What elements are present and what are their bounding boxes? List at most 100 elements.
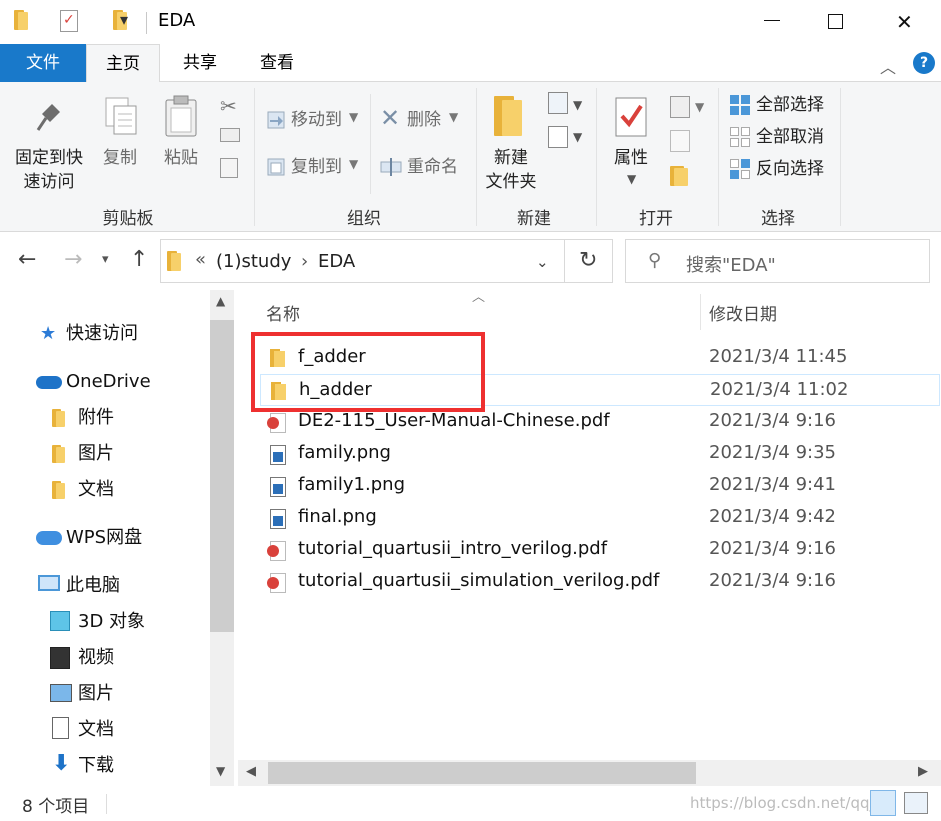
paste-button[interactable]: 粘贴	[158, 146, 204, 170]
file-row[interactable]: family1.png 2021/3/4 9:41	[260, 470, 940, 502]
move-to-button[interactable]: 移动到	[291, 108, 342, 132]
refresh-button[interactable]: ↻	[565, 239, 613, 283]
status-separator	[106, 794, 107, 814]
tab-share[interactable]: 共享	[164, 44, 236, 82]
open-icon[interactable]	[670, 96, 690, 118]
file-list-horizontal-scrollbar[interactable]: ◀ ▶	[238, 760, 941, 786]
file-row[interactable]: final.png 2021/3/4 9:42	[260, 502, 940, 534]
tab-file[interactable]: 文件	[0, 44, 86, 82]
nav-pane-scrollbar[interactable]: ▲ ▼	[210, 290, 234, 786]
rename-button[interactable]: 重命名	[407, 155, 458, 179]
scroll-up-chevron-icon[interactable]: ▲	[216, 294, 225, 308]
address-dropdown-chevron-icon[interactable]: ⌄	[536, 253, 549, 271]
easy-access-dropdown-icon[interactable]: ▼	[573, 130, 582, 144]
search-input[interactable]: ⚲ 搜索"EDA"	[625, 239, 930, 283]
file-name: family.png	[298, 442, 391, 463]
breadcrumb-item[interactable]: (1)study	[216, 251, 291, 272]
new-folder-button[interactable]: 新建 文件夹	[478, 146, 544, 194]
address-bar[interactable]: « (1)study › EDA ⌄	[160, 239, 565, 283]
scroll-left-chevron-icon[interactable]: ◀	[246, 764, 256, 779]
delete-icon: ✕	[380, 104, 401, 132]
properties-dropdown-icon[interactable]: ▼	[627, 172, 636, 186]
refresh-icon: ↻	[579, 248, 598, 273]
delete-dropdown-icon[interactable]: ▼	[449, 110, 458, 124]
help-icon[interactable]: ?	[913, 52, 935, 74]
window-title: EDA	[158, 10, 196, 31]
move-to-dropdown-icon[interactable]: ▼	[349, 110, 358, 124]
column-header-name[interactable]: 名称	[266, 300, 300, 325]
image-file-icon	[270, 445, 286, 465]
scroll-right-chevron-icon[interactable]: ▶	[918, 764, 928, 779]
navigation-pane: ★ 快速访问 OneDrive 附件 图片 文档 WPS网盘 此电脑 3D 对象…	[0, 290, 238, 786]
rename-icon	[380, 156, 402, 176]
easy-access-icon[interactable]	[548, 126, 568, 148]
new-item-dropdown-icon[interactable]: ▼	[573, 98, 582, 112]
group-separator	[840, 88, 841, 226]
back-arrow-icon[interactable]: ←	[18, 247, 36, 272]
edit-icon[interactable]	[670, 130, 690, 152]
invert-selection-button[interactable]: 反向选择	[756, 157, 824, 181]
delete-button[interactable]: 删除	[407, 108, 441, 132]
collapse-ribbon-chevron-icon[interactable]: ︿	[880, 54, 896, 78]
maximize-button[interactable]	[804, 0, 868, 44]
scroll-down-chevron-icon[interactable]: ▼	[216, 764, 225, 778]
paste-shortcut-icon[interactable]	[220, 158, 238, 178]
file-row[interactable]: family.png 2021/3/4 9:35	[260, 438, 940, 470]
properties-button[interactable]: 属性	[608, 146, 654, 170]
copy-to-button[interactable]: 复制到	[291, 155, 342, 179]
title-separator	[146, 12, 147, 34]
copy-to-dropdown-icon[interactable]: ▼	[349, 157, 358, 171]
breadcrumb-overflow[interactable]: «	[195, 249, 206, 270]
history-icon[interactable]	[670, 166, 690, 188]
file-name: family1.png	[298, 474, 405, 495]
up-arrow-icon[interactable]: ↑	[130, 247, 148, 272]
properties-check-icon[interactable]: ✓	[60, 10, 78, 32]
minimize-button[interactable]	[740, 0, 804, 44]
file-modified-date: 2021/3/4 9:42	[709, 506, 836, 527]
file-row[interactable]: tutorial_quartusii_intro_verilog.pdf 2021…	[260, 534, 940, 566]
file-modified-date: 2021/3/4 11:02	[710, 379, 849, 400]
move-to-icon	[266, 108, 286, 130]
copy-path-icon[interactable]	[220, 128, 240, 142]
new-item-icon[interactable]	[548, 92, 568, 114]
nav-pane-scroll-thumb[interactable]	[210, 320, 234, 632]
breadcrumb-chevron-icon[interactable]: ›	[301, 251, 308, 272]
video-icon	[50, 647, 70, 669]
pdf-file-icon	[267, 413, 286, 433]
ribbon-tabs: 文件 主页 共享 查看 ︿ ?	[0, 44, 941, 83]
ribbon-home: 固定到快 速访问 复制 粘贴 ✂ 剪贴板 移动到 ▼ 复制到 ▼ ✕ 删除 ▼ 重…	[0, 82, 941, 232]
select-none-button[interactable]: 全部取消	[756, 125, 824, 149]
details-view-icon[interactable]	[870, 790, 896, 816]
watermark: https://blog.csdn.net/qq_4	[690, 794, 887, 812]
organize-group-label: 组织	[347, 209, 381, 229]
quick-access-dropdown[interactable]: ▾	[120, 10, 128, 29]
invert-selection-icon	[729, 158, 751, 180]
folder-icon	[167, 251, 183, 271]
file-modified-date: 2021/3/4 9:16	[709, 410, 836, 431]
horizontal-scroll-thumb[interactable]	[268, 762, 696, 784]
recent-locations-chevron-icon[interactable]: ▾	[102, 252, 109, 267]
pin-quick-access-button[interactable]: 固定到快 速访问	[8, 146, 90, 194]
file-name: final.png	[298, 506, 377, 527]
column-divider[interactable]	[700, 294, 701, 330]
close-button[interactable]: ✕	[872, 0, 936, 44]
open-dropdown-icon[interactable]: ▼	[695, 100, 704, 114]
cloud-icon	[36, 531, 62, 545]
title-bar: ✓ ▾ EDA ✕	[0, 0, 941, 44]
breadcrumb-item[interactable]: EDA	[318, 251, 355, 272]
copy-button[interactable]: 复制	[98, 146, 142, 170]
tab-view[interactable]: 查看	[240, 44, 314, 82]
select-all-button[interactable]: 全部选择	[756, 93, 824, 117]
column-header-date[interactable]: 修改日期	[709, 300, 777, 325]
file-name: tutorial_quartusii_simulation_verilog.pd…	[298, 570, 660, 591]
tab-home[interactable]: 主页	[86, 44, 160, 83]
large-icons-view-icon[interactable]	[904, 792, 928, 814]
group-separator	[596, 88, 597, 226]
forward-arrow-icon[interactable]: →	[64, 247, 82, 272]
file-modified-date: 2021/3/4 9:35	[709, 442, 836, 463]
cut-icon[interactable]: ✂	[220, 94, 237, 118]
copy-to-icon	[266, 155, 286, 177]
download-arrow-icon: ⬇	[52, 751, 71, 776]
star-icon: ★	[40, 323, 57, 344]
file-row[interactable]: tutorial_quartusii_simulation_verilog.pd…	[260, 566, 940, 598]
